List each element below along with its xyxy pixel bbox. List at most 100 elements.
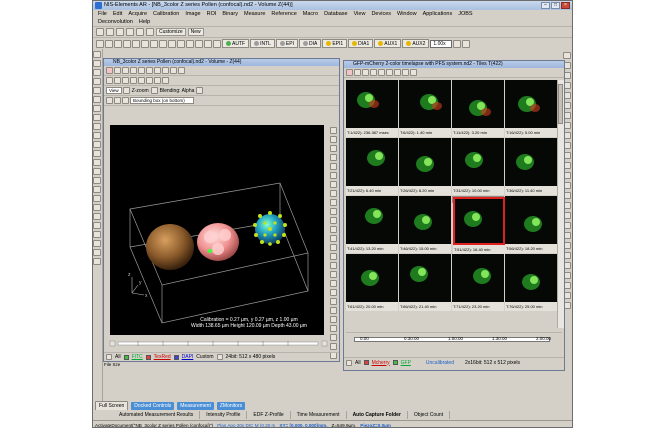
- tiles-document-window[interactable]: GFP-mCherry 2-color timelapse with PFS s…: [343, 60, 565, 371]
- flip-icon[interactable]: [93, 132, 101, 139]
- grid-icon[interactable]: [93, 186, 101, 193]
- rotate-x-icon[interactable]: [330, 127, 337, 134]
- channel-tab-mcherry[interactable]: Mcherry: [372, 360, 390, 366]
- time-tile[interactable]: T:46/422): 15.00 min: [399, 196, 451, 253]
- volume-3d-view[interactable]: z x y Calibration = 0.27 µm, y 0.27 µm, …: [110, 125, 324, 335]
- roi-icon[interactable]: [93, 87, 101, 94]
- channel-tab-custom[interactable]: Custom: [196, 354, 213, 360]
- zstack-icon[interactable]: [204, 39, 212, 48]
- menu-item-applications[interactable]: Applications: [420, 10, 456, 18]
- tiles-scrollbar[interactable]: [557, 80, 564, 328]
- rotate-icon[interactable]: [122, 67, 129, 74]
- channel-button-dia1[interactable]: DIA1: [348, 39, 374, 48]
- lut-icon[interactable]: [123, 39, 131, 48]
- save-icon[interactable]: [106, 28, 114, 36]
- text-icon[interactable]: [402, 69, 409, 76]
- menu-item-measure[interactable]: Measure: [241, 10, 268, 18]
- menu-item-roi[interactable]: ROI: [204, 10, 220, 18]
- lut-icon[interactable]: [378, 69, 385, 76]
- channel-button-aux1[interactable]: AUX1: [374, 39, 402, 48]
- z-zoom-icon[interactable]: [150, 87, 158, 94]
- box-icon[interactable]: [106, 97, 113, 104]
- time-tile[interactable]: T:51/422): 16.40 min: [452, 196, 505, 254]
- rotate-y-icon[interactable]: [330, 136, 337, 143]
- capture-icon[interactable]: [105, 39, 113, 48]
- time-tile[interactable]: T:26/422): 8.20 min: [399, 138, 451, 195]
- color-icon[interactable]: [93, 204, 101, 211]
- surface-icon[interactable]: [330, 244, 337, 251]
- tiles-document-title[interactable]: GFP-mCherry 2-color timelapse with PFS s…: [344, 61, 564, 68]
- print-icon[interactable]: [93, 249, 101, 256]
- roi-icon[interactable]: [386, 69, 393, 76]
- binary-icon[interactable]: [93, 159, 101, 166]
- open-icon[interactable]: [96, 28, 104, 36]
- channel-prev-icon[interactable]: [346, 359, 352, 366]
- macro-icon[interactable]: [93, 213, 101, 220]
- channel-tab-gfp[interactable]: GFP: [401, 360, 411, 366]
- time-tile[interactable]: T:41/422): 13.20 min: [346, 196, 398, 253]
- time-tile[interactable]: T:11/422): 3.20 min: [452, 80, 504, 137]
- maximize-icon[interactable]: □: [551, 2, 560, 9]
- fit-icon[interactable]: [178, 67, 185, 74]
- rotate-z-icon[interactable]: [330, 145, 337, 152]
- menu-item-edit[interactable]: Edit: [110, 10, 125, 18]
- close-icon[interactable]: ×: [561, 2, 570, 9]
- text-icon[interactable]: [93, 96, 101, 103]
- depth-icon[interactable]: [162, 77, 169, 84]
- measure-icon[interactable]: [394, 69, 401, 76]
- focus-icon[interactable]: [93, 231, 101, 238]
- zoom-select[interactable]: 1.00x: [430, 39, 453, 48]
- export-icon[interactable]: [93, 240, 101, 247]
- lut-icon[interactable]: [170, 67, 177, 74]
- zoom-up-icon[interactable]: [122, 87, 130, 94]
- mip-icon[interactable]: [330, 235, 337, 242]
- live-icon[interactable]: [96, 39, 104, 48]
- undo-icon[interactable]: [116, 28, 124, 36]
- blending-icon[interactable]: [196, 87, 204, 94]
- roi-icon[interactable]: [154, 67, 161, 74]
- panel-tab-full-screen[interactable]: Full Screen: [95, 400, 129, 411]
- side-icon[interactable]: [330, 181, 337, 188]
- dock-tab-intensity-profile[interactable]: Intensity Profile: [200, 411, 248, 419]
- properties-panel-icon[interactable]: [563, 52, 571, 59]
- time-tile[interactable]: T:21/422): 6.40 min: [346, 138, 398, 195]
- menu-item-file[interactable]: File: [95, 10, 110, 18]
- minimize-icon[interactable]: –: [541, 2, 550, 9]
- menu-item-image[interactable]: Image: [182, 10, 203, 18]
- dock-tab-auto-capture-folder[interactable]: Auto Capture Folder: [347, 411, 408, 419]
- channel-prev-icon[interactable]: [106, 354, 112, 360]
- menu-item-macro[interactable]: Macro: [300, 10, 321, 18]
- panel-tab-measurement[interactable]: Measurement: [177, 401, 214, 410]
- dock-tab-edf-z-profile[interactable]: EDF Z-Profile: [247, 411, 291, 419]
- time-tile[interactable]: T:36/422): 11.40 min: [505, 138, 557, 195]
- pan-icon[interactable]: [370, 69, 377, 76]
- light-icon[interactable]: [330, 190, 337, 197]
- volume-document-window[interactable]: NB_3color Z series Pollen (confocal).nd2…: [103, 58, 340, 362]
- axis-icon[interactable]: [330, 307, 337, 314]
- time-tile[interactable]: T:61/422): 20.00 min: [346, 254, 398, 311]
- draw-icon[interactable]: [93, 105, 101, 112]
- volume-document-title[interactable]: NB_3color Z series Pollen (confocal).nd2…: [104, 59, 339, 66]
- grid-icon[interactable]: [114, 97, 121, 104]
- clip-icon[interactable]: [330, 217, 337, 224]
- lut-icon[interactable]: [93, 141, 101, 148]
- dock-tab-time-measurement[interactable]: Time Measurement: [291, 411, 347, 419]
- volume-mode-icon[interactable]: [106, 67, 113, 74]
- zoom-icon[interactable]: [138, 67, 145, 74]
- move-icon[interactable]: [93, 60, 101, 67]
- stage-icon[interactable]: [93, 222, 101, 229]
- channel-button-aux2[interactable]: AUX2: [402, 39, 430, 48]
- tiles-scrollbar-thumb[interactable]: [558, 84, 563, 124]
- shutter-icon[interactable]: [150, 39, 158, 48]
- histogram-icon[interactable]: [93, 150, 101, 157]
- menu-item-acquire[interactable]: Acquire: [125, 10, 150, 18]
- zoom-icon[interactable]: [362, 69, 369, 76]
- menu-item-calibration[interactable]: Calibration: [150, 10, 182, 18]
- select-icon[interactable]: [93, 51, 101, 58]
- zoom-icon[interactable]: [330, 289, 337, 296]
- mip-icon[interactable]: [122, 77, 129, 84]
- z-slider[interactable]: [108, 340, 336, 347]
- ruler-icon[interactable]: [93, 195, 101, 202]
- panel-tab-zmonitors[interactable]: ZMonitors: [216, 401, 246, 410]
- export-icon[interactable]: [330, 253, 337, 260]
